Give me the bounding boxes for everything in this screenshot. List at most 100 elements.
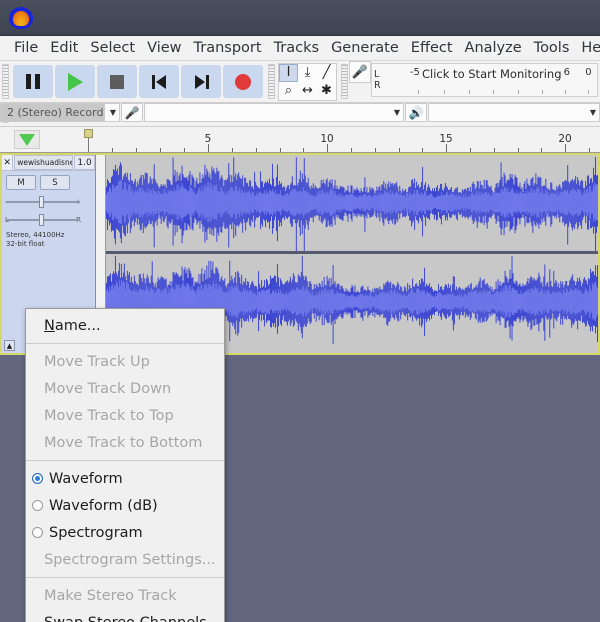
track-name-label: wewishuadisney [17, 158, 74, 167]
mute-button[interactable]: M [6, 175, 36, 190]
timeline-ruler[interactable]: 5 10 15 20 [0, 127, 600, 153]
recording-meter-grabber[interactable] [341, 64, 348, 99]
meter-scale: -54 -48 -42 -18 -12 -6 0 Click to Start … [384, 64, 597, 96]
timeline-label: 15 [439, 133, 453, 145]
meter-channel-labels: L R [372, 64, 384, 96]
meter-tick-label: 0 [585, 67, 592, 78]
menu-bar: File Edit Select View Transport Tracks G… [0, 36, 600, 61]
menu-item-waveform[interactable]: Waveform [26, 465, 224, 492]
timeline-label: 10 [320, 133, 334, 145]
menu-item-swap-stereo-channels[interactable]: Swap Stereo Channels [26, 609, 224, 622]
pause-button[interactable] [13, 65, 53, 98]
menu-view[interactable]: View [141, 38, 187, 58]
radio-unselected-icon [32, 527, 43, 538]
play-icon [67, 72, 83, 91]
stop-button[interactable] [97, 65, 137, 98]
menu-item-move-track-down: Move Track Down [44, 380, 172, 397]
menu-item-move-track-to-bottom: Move Track to Bottom [44, 434, 203, 451]
track-format-info: Stereo, 44100Hz 32-bit float [6, 231, 64, 249]
solo-button[interactable]: S [40, 175, 70, 190]
chevron-down-icon: ▼ [109, 108, 116, 117]
recording-device-microphone-icon: 🎤 [121, 103, 143, 122]
menu-item-move-track-to-top: Move Track to Top [44, 407, 174, 424]
toolbar-dock-row-1: I ⤓ ╱ ⌕ ↔ ✱ 🎤 L R -54 -48 -42 -18 -12 -6… [0, 61, 600, 103]
record-icon [235, 73, 251, 90]
meter-label-right: R [374, 80, 381, 91]
menu-item-spectrogram[interactable]: Spectrogram [26, 519, 224, 546]
menu-item-waveform-label: Waveform [49, 470, 123, 487]
menu-file[interactable]: File [8, 38, 44, 58]
record-button[interactable] [223, 65, 263, 98]
skip-to-start-button[interactable] [139, 65, 179, 98]
menu-item-move-track-up: Move Track Up [44, 353, 150, 370]
menu-tracks[interactable]: Tracks [268, 38, 326, 58]
track-context-menu[interactable]: Name... Move Track Up Move Track Down Mo… [25, 308, 225, 622]
playhead-marker[interactable] [84, 129, 93, 138]
menu-item-waveform-db-label: Waveform (dB) [49, 497, 158, 514]
menu-generate[interactable]: Generate [325, 38, 405, 58]
skip-end-icon [194, 74, 209, 89]
track-version-label: 1.0 [74, 155, 95, 170]
play-button[interactable] [55, 65, 95, 98]
chevron-down-icon: ▼ [589, 108, 596, 117]
menu-item-name[interactable]: Name... [26, 312, 224, 339]
multi-tool[interactable]: ✱ [317, 81, 336, 100]
envelope-tool[interactable]: ⤓ [298, 63, 317, 82]
stop-icon [110, 74, 124, 89]
waveform-left-svg [106, 155, 598, 251]
menu-item-name-mnemonic: N [44, 317, 55, 334]
radio-unselected-icon [32, 500, 43, 511]
timeline-label: 20 [558, 133, 572, 145]
menu-separator [26, 343, 224, 344]
track-name-dropdown[interactable]: wewishuadisney ▼ [14, 155, 74, 170]
playback-device-select[interactable]: ▼ [428, 103, 600, 122]
waveform-channel-left[interactable] [106, 155, 598, 251]
menu-effect[interactable]: Effect [405, 38, 459, 58]
chevron-down-icon: ▼ [393, 108, 400, 117]
track-area: ✕ wewishuadisney ▼ 1.0 M S - + L R [0, 153, 600, 622]
meter-monitoring-hint[interactable]: Click to Start Monitoring [420, 67, 564, 81]
collapse-track-icon[interactable]: ▲ [4, 340, 15, 351]
selection-tool[interactable]: I [279, 63, 298, 82]
close-track-icon[interactable]: ✕ [2, 155, 14, 170]
toolbar-dock-row-2: ALSA ▼ 🎤 ▼ 2 (Stereo) Recording Channels… [0, 103, 600, 127]
menu-select[interactable]: Select [84, 38, 141, 58]
menu-item-spectrogram-label: Spectrogram [49, 524, 143, 541]
menu-separator [26, 577, 224, 578]
menu-edit[interactable]: Edit [44, 38, 84, 58]
recording-meter[interactable]: L R -54 -48 -42 -18 -12 -6 0 Click to St… [371, 63, 598, 97]
menu-analyze[interactable]: Analyze [459, 38, 528, 58]
recording-device-select[interactable]: ▼ [144, 103, 404, 122]
menu-separator [26, 460, 224, 461]
transport-toolbar-grabber[interactable] [2, 64, 9, 99]
menu-transport[interactable]: Transport [188, 38, 268, 58]
microphone-icon[interactable]: 🎤 [349, 61, 371, 83]
meter-label-left: L [374, 69, 380, 80]
pan-slider[interactable]: L R [5, 213, 81, 227]
meter-ticks [384, 88, 597, 94]
menu-help[interactable]: Help [575, 38, 600, 58]
menu-item-waveform-db[interactable]: Waveform (dB) [26, 492, 224, 519]
tools-toolbar: I ⤓ ╱ ⌕ ↔ ✱ [276, 61, 339, 102]
zoom-tool[interactable]: ⌕ [279, 81, 298, 100]
audacity-logo-icon [8, 5, 34, 31]
radio-selected-icon [32, 473, 43, 484]
gain-slider[interactable]: - + [5, 195, 81, 209]
skip-to-end-button[interactable] [181, 65, 221, 98]
menu-tools[interactable]: Tools [528, 38, 576, 58]
time-shift-tool[interactable]: ↔ [298, 81, 317, 100]
menu-item-make-stereo-track: Make Stereo Track [44, 587, 177, 604]
skip-start-icon [151, 74, 167, 89]
track-info-line-1: Stereo, 44100Hz [6, 231, 65, 239]
playback-device-speaker-icon: 🔊 [405, 103, 427, 122]
track-info-line-2: 32-bit float [6, 240, 45, 248]
title-bar [0, 0, 600, 36]
tools-toolbar-grabber[interactable] [268, 64, 275, 99]
recording-channels-select[interactable]: 2 (Stereo) Recording Channels ▼ [0, 103, 105, 122]
menu-item-spectrogram-settings: Spectrogram Settings... [44, 551, 216, 568]
draw-tool[interactable]: ╱ [317, 63, 336, 82]
transport-toolbar [10, 61, 266, 102]
recording-channels-value: 2 (Stereo) Recording Channels [7, 106, 104, 119]
pause-icon [26, 74, 40, 89]
menu-item-name-label: ame... [54, 317, 101, 334]
